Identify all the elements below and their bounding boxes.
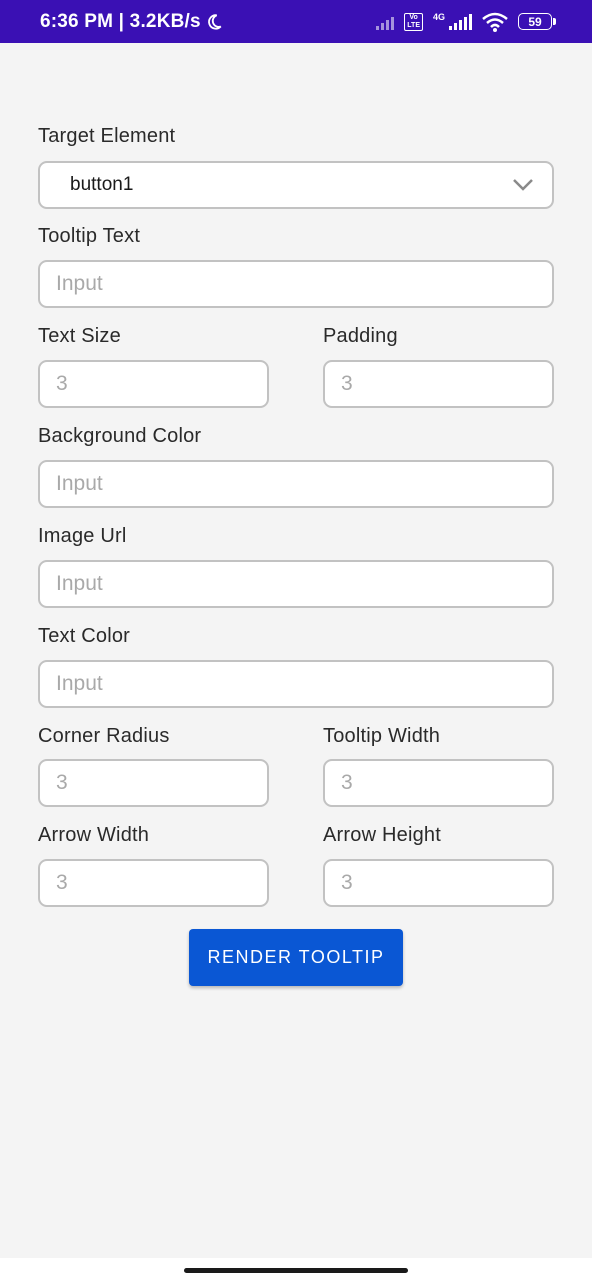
tooltip-text-label: Tooltip Text [38, 225, 141, 247]
text-size-label: Text Size [38, 325, 121, 347]
chevron-down-icon [513, 179, 533, 191]
arrow-width-label: Arrow Width [38, 824, 150, 846]
battery-icon: 59 [518, 13, 556, 30]
wifi-icon [482, 12, 508, 32]
volte-badge: Vo LTE [404, 12, 423, 31]
text-size-input[interactable] [38, 360, 269, 408]
text-color-input[interactable] [38, 660, 554, 708]
padding-label: Padding [323, 325, 398, 347]
status-bar: 6:36 PM | 3.2KB/s Vo LTE 4G 59 [0, 0, 592, 43]
tooltip-width-label: Tooltip Width [323, 725, 441, 747]
arrow-height-label: Arrow Height [323, 824, 441, 846]
background-color-input[interactable] [38, 460, 554, 508]
render-tooltip-button[interactable]: RENDER TOOLTIP [189, 929, 403, 986]
padding-input[interactable] [323, 360, 554, 408]
image-url-label: Image Url [38, 525, 127, 547]
moon-icon [207, 13, 222, 30]
tooltip-text-input[interactable] [38, 260, 554, 308]
target-element-value: button1 [70, 174, 134, 195]
status-left: 6:36 PM | 3.2KB/s [40, 11, 223, 33]
target-element-label: Target Element [38, 125, 176, 147]
tooltip-width-input[interactable] [323, 759, 554, 807]
status-time-speed: 6:36 PM | 3.2KB/s [40, 10, 201, 32]
signal-icon [376, 14, 395, 30]
background-color-label: Background Color [38, 425, 202, 447]
arrow-width-input[interactable] [38, 859, 269, 907]
corner-radius-input[interactable] [38, 759, 269, 807]
image-url-input[interactable] [38, 560, 554, 608]
text-color-label: Text Color [38, 625, 131, 647]
home-indicator[interactable] [184, 1268, 408, 1273]
status-right: Vo LTE 4G 59 [376, 11, 556, 32]
arrow-height-input[interactable] [323, 859, 554, 907]
network-type: 4G [432, 11, 445, 22]
signal-full-icon [449, 13, 472, 30]
target-element-select[interactable]: button1 [38, 161, 554, 209]
corner-radius-label: Corner Radius [38, 725, 170, 747]
